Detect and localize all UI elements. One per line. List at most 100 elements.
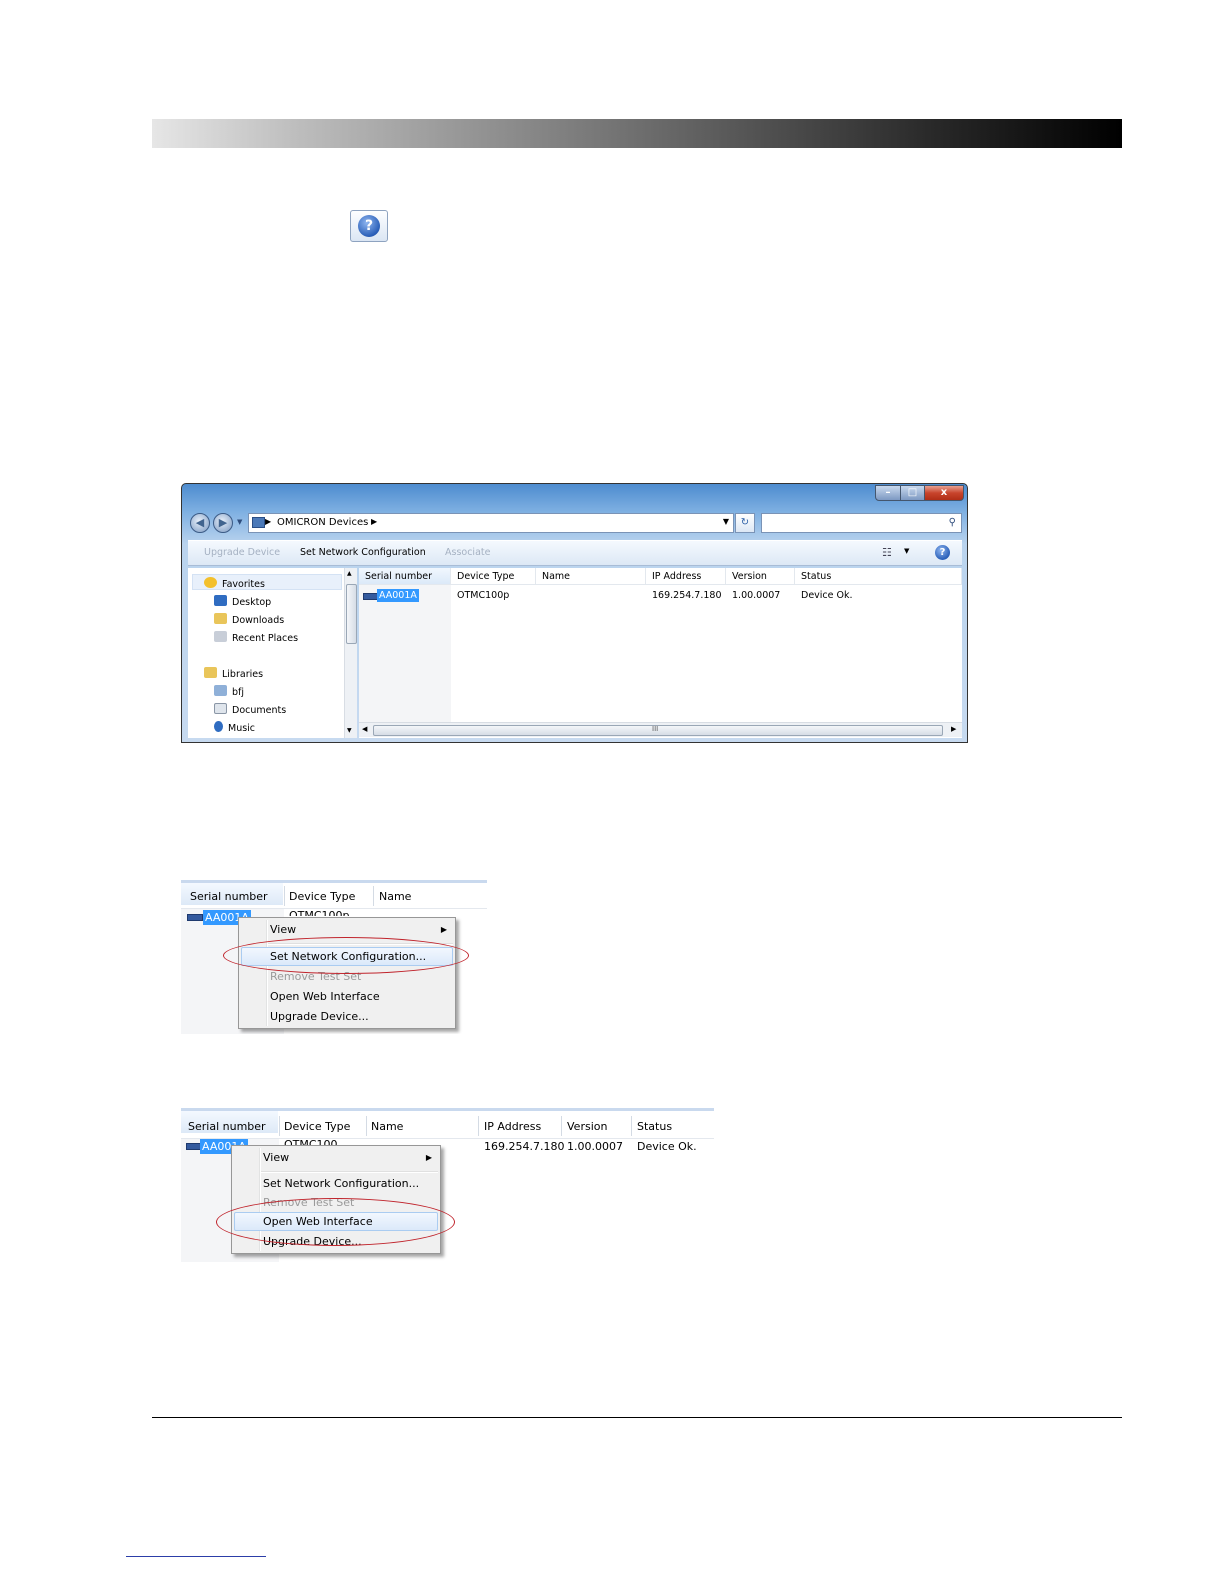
highlight-ellipse	[216, 1198, 455, 1246]
scroll-right-icon[interactable]: ▶	[951, 725, 956, 733]
sorted-column-background	[359, 585, 451, 722]
ip-address-cell: 169.254.7.180	[652, 590, 722, 601]
version-cell: 1.00.0007	[567, 1140, 623, 1153]
device-type-cell-partial: OTMC100	[284, 1138, 338, 1145]
maximize-button[interactable]: □	[900, 485, 925, 501]
recent-places-icon	[214, 631, 227, 642]
highlight-ellipse	[223, 937, 469, 974]
back-arrow-icon: ◀	[195, 516, 205, 529]
navigation-pane: Favorites Desktop Downloads Recent Place…	[188, 568, 357, 738]
menu-separator	[261, 1171, 438, 1173]
scrollbar-grip: III	[652, 725, 659, 733]
ip-address-cell: 169.254.7.180	[484, 1140, 565, 1153]
column-separator	[561, 1116, 562, 1136]
footer-link-underline[interactable]	[126, 1556, 266, 1557]
help-icon: ?	[358, 215, 380, 237]
column-separator	[279, 1116, 280, 1136]
submenu-arrow-icon: ▶	[425, 1153, 432, 1162]
documents-icon	[214, 703, 227, 714]
context-menu-screenshot-open-web: Serial number Device Type Name IP Addres…	[181, 1108, 714, 1262]
column-header-name[interactable]: Name	[379, 890, 411, 903]
nav-downloads[interactable]: Downloads	[214, 613, 284, 626]
column-header-device-type[interactable]: Device Type	[451, 568, 536, 585]
breadcrumb-omicron-devices[interactable]: OMICRON Devices	[277, 517, 368, 528]
refresh-button[interactable]: ↻	[735, 513, 755, 533]
column-separator	[478, 1116, 479, 1136]
column-header-version[interactable]: Version	[567, 1120, 607, 1133]
device-icon	[187, 914, 203, 921]
scroll-down-icon[interactable]: ▼	[347, 727, 352, 734]
forward-arrow-icon: ▶	[218, 516, 228, 529]
column-header-name[interactable]: Name	[536, 568, 646, 585]
nav-scrollbar[interactable]: ▲ ▼	[344, 568, 357, 738]
nav-libraries[interactable]: Libraries	[204, 667, 263, 680]
upgrade-device-button[interactable]: Upgrade Device	[204, 547, 280, 558]
star-icon	[204, 577, 217, 588]
nav-favorites[interactable]: Favorites	[204, 577, 265, 590]
library-folder-icon	[214, 685, 227, 696]
forward-button[interactable]: ▶	[213, 513, 233, 533]
associate-button[interactable]: Associate	[445, 547, 490, 558]
menu-item-view[interactable]: View	[270, 923, 296, 936]
set-network-configuration-button[interactable]: Set Network Configuration	[300, 547, 426, 558]
breadcrumb-chevron-icon[interactable]: ▶	[371, 517, 377, 526]
close-button[interactable]: x	[924, 485, 964, 501]
nav-recent-places[interactable]: Recent Places	[214, 631, 298, 644]
column-separator	[373, 886, 374, 906]
submenu-arrow-icon: ▶	[440, 925, 447, 934]
footer-rule	[152, 1417, 1122, 1418]
computer-icon	[252, 517, 265, 528]
back-button[interactable]: ◀	[190, 513, 210, 533]
horizontal-scrollbar[interactable]: ◀ III ▶	[359, 722, 962, 737]
music-icon	[214, 721, 223, 732]
desktop-icon	[214, 595, 227, 606]
command-toolbar: Upgrade Device Set Network Configuration…	[188, 540, 962, 566]
nav-bfj[interactable]: bfj	[214, 685, 244, 698]
history-dropdown-icon[interactable]: ▼	[237, 518, 242, 526]
view-dropdown-icon[interactable]: ▼	[904, 547, 909, 555]
column-header-name[interactable]: Name	[371, 1120, 403, 1133]
nav-music[interactable]: Music	[214, 721, 255, 734]
column-header-ip-address[interactable]: IP Address	[484, 1120, 541, 1133]
address-bar[interactable]: ▶ OMICRON Devices ▶ ▼	[248, 513, 734, 533]
column-header-ip-address[interactable]: IP Address	[646, 568, 726, 585]
breadcrumb-chevron-icon[interactable]: ▶	[265, 517, 271, 526]
address-dropdown-icon[interactable]: ▼	[723, 517, 729, 526]
search-icon: ⚲	[948, 517, 956, 528]
view-options-icon[interactable]: ☷	[882, 546, 892, 559]
help-icon[interactable]: ?	[935, 545, 950, 560]
minimize-button[interactable]: –	[875, 485, 901, 501]
column-header-status[interactable]: Status	[637, 1120, 672, 1133]
refresh-icon: ↻	[740, 517, 750, 528]
libraries-icon	[204, 667, 217, 678]
status-cell: Device Ok.	[637, 1140, 697, 1153]
status-cell: Device Ok.	[801, 590, 853, 601]
column-header-device-type[interactable]: Device Type	[284, 1120, 350, 1133]
column-header-version[interactable]: Version	[726, 568, 795, 585]
section-header-bar	[152, 119, 1122, 148]
column-header-serial[interactable]: Serial number	[190, 890, 268, 903]
column-header-device-type[interactable]: Device Type	[289, 890, 355, 903]
column-header-status[interactable]: Status	[795, 568, 962, 585]
scroll-left-icon[interactable]: ◀	[362, 725, 367, 733]
help-button[interactable]: ?	[350, 210, 388, 242]
column-header-serial[interactable]: Serial number	[188, 1120, 266, 1133]
scroll-up-icon[interactable]: ▲	[347, 570, 352, 577]
menu-gutter	[266, 920, 268, 1026]
column-separator	[366, 1116, 367, 1136]
downloads-folder-icon	[214, 613, 227, 624]
serial-number-cell[interactable]: AA001A	[377, 589, 419, 602]
column-separator	[284, 886, 285, 906]
scrollbar-thumb[interactable]: III	[373, 725, 943, 736]
nav-desktop[interactable]: Desktop	[214, 595, 271, 608]
menu-item-view[interactable]: View	[263, 1151, 289, 1164]
scrollbar-thumb[interactable]	[346, 584, 357, 644]
column-header-serial[interactable]: Serial number	[359, 568, 451, 585]
search-input[interactable]: ⚲	[761, 513, 962, 533]
column-separator	[631, 1116, 632, 1136]
menu-item-open-web-interface[interactable]: Open Web Interface	[270, 990, 380, 1003]
menu-item-upgrade-device[interactable]: Upgrade Device...	[270, 1010, 369, 1023]
menu-item-set-network-configuration[interactable]: Set Network Configuration...	[263, 1177, 419, 1190]
device-type-cell: OTMC100p	[457, 590, 510, 601]
nav-documents[interactable]: Documents	[214, 703, 286, 716]
